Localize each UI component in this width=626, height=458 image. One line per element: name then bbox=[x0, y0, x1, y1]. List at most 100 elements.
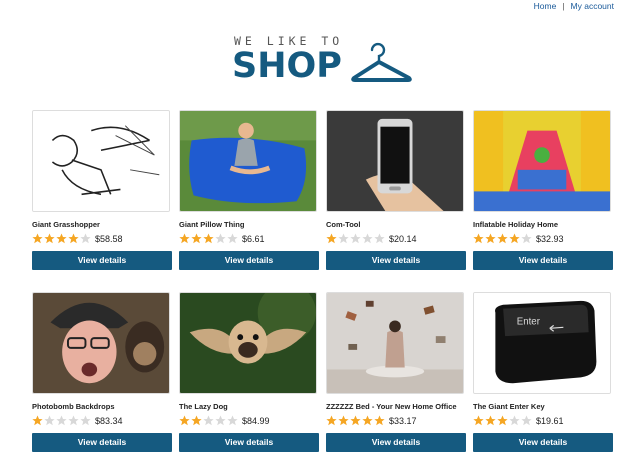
product-title: Inflatable Holiday Home bbox=[473, 220, 559, 229]
rating-price-row: $83.34 bbox=[32, 414, 172, 427]
star-empty-icon bbox=[521, 233, 532, 244]
star-empty-icon bbox=[215, 415, 226, 426]
product-price: $84.99 bbox=[242, 415, 270, 426]
product-card: Enter The Giant Enter Key $19.61 View detai… bbox=[473, 292, 613, 452]
product-card: Inflatable Holiday Home $32.93 View detail… bbox=[473, 110, 613, 270]
star-filled-icon bbox=[191, 415, 202, 426]
star-empty-icon bbox=[80, 233, 91, 244]
product-card: Photobomb Backdrops $83.34 View details bbox=[32, 292, 172, 452]
star-filled-icon bbox=[362, 415, 373, 426]
shop-logo[interactable]: WE LIKE TO SHOP bbox=[232, 34, 422, 86]
star-empty-icon bbox=[203, 415, 214, 426]
star-filled-icon bbox=[497, 233, 508, 244]
rating-price-row: $6.61 bbox=[179, 232, 319, 245]
star-empty-icon bbox=[44, 415, 55, 426]
star-filled-icon bbox=[473, 415, 484, 426]
star-filled-icon bbox=[485, 415, 496, 426]
star-filled-icon bbox=[203, 233, 214, 244]
home-link[interactable]: Home bbox=[534, 1, 557, 11]
star-filled-icon bbox=[473, 233, 484, 244]
view-details-button[interactable]: View details bbox=[179, 251, 319, 270]
star-empty-icon bbox=[521, 415, 532, 426]
star-rating bbox=[326, 415, 385, 426]
rating-price-row: $32.93 bbox=[473, 232, 613, 245]
product-card: The Lazy Dog $84.99 View details bbox=[179, 292, 319, 452]
product-price: $20.14 bbox=[389, 233, 417, 244]
view-details-button[interactable]: View details bbox=[32, 433, 172, 452]
star-filled-icon bbox=[68, 233, 79, 244]
view-details-button[interactable]: View details bbox=[473, 251, 613, 270]
product-title: Com-Tool bbox=[326, 220, 361, 229]
enter-key-image[interactable]: Enter bbox=[473, 292, 611, 394]
product-title: The Lazy Dog bbox=[179, 402, 228, 411]
svg-text:Enter: Enter bbox=[517, 316, 541, 327]
sketch-man-image[interactable] bbox=[32, 110, 170, 212]
rating-price-row: $33.17 bbox=[326, 414, 466, 427]
phone-image[interactable] bbox=[326, 110, 464, 212]
product-title: ZZZZZZ Bed - Your New Home Office bbox=[326, 402, 457, 411]
nav-separator: | bbox=[562, 1, 565, 11]
star-empty-icon bbox=[80, 415, 91, 426]
star-empty-icon bbox=[215, 233, 226, 244]
product-title: Photobomb Backdrops bbox=[32, 402, 115, 411]
star-empty-icon bbox=[338, 233, 349, 244]
star-filled-icon bbox=[374, 415, 385, 426]
view-details-button[interactable]: View details bbox=[326, 433, 466, 452]
my-account-link[interactable]: My account bbox=[571, 1, 614, 11]
bouncy-castle-image[interactable] bbox=[473, 110, 611, 212]
star-filled-icon bbox=[497, 415, 508, 426]
star-rating bbox=[326, 233, 385, 244]
star-rating bbox=[179, 415, 238, 426]
star-empty-icon bbox=[362, 233, 373, 244]
star-filled-icon bbox=[56, 233, 67, 244]
product-title: Giant Pillow Thing bbox=[179, 220, 245, 229]
star-rating bbox=[32, 233, 91, 244]
view-details-button[interactable]: View details bbox=[179, 433, 319, 452]
view-details-button[interactable]: View details bbox=[32, 251, 172, 270]
star-rating bbox=[179, 233, 238, 244]
product-price: $6.61 bbox=[242, 233, 265, 244]
product-price: $83.34 bbox=[95, 415, 123, 426]
star-filled-icon bbox=[191, 233, 202, 244]
star-rating bbox=[32, 415, 91, 426]
star-empty-icon bbox=[374, 233, 385, 244]
star-filled-icon bbox=[326, 415, 337, 426]
star-filled-icon bbox=[350, 415, 361, 426]
hanger-icon bbox=[351, 42, 412, 82]
rating-price-row: $19.61 bbox=[473, 414, 613, 427]
product-card: Giant Pillow Thing $6.61 View details bbox=[179, 110, 319, 270]
star-empty-icon bbox=[227, 233, 238, 244]
pillow-image[interactable] bbox=[179, 110, 317, 212]
star-filled-icon bbox=[179, 415, 190, 426]
pug-image[interactable] bbox=[179, 292, 317, 394]
star-filled-icon bbox=[485, 233, 496, 244]
rating-price-row: $58.58 bbox=[32, 232, 172, 245]
star-filled-icon bbox=[44, 233, 55, 244]
star-rating bbox=[473, 415, 532, 426]
rating-price-row: $20.14 bbox=[326, 232, 466, 245]
product-price: $19.61 bbox=[536, 415, 564, 426]
product-title: Giant Grasshopper bbox=[32, 220, 100, 229]
product-price: $33.17 bbox=[389, 415, 417, 426]
logo-word: SHOP bbox=[232, 46, 342, 86]
product-card: ZZZZZZ Bed - Your New Home Office $33.17 V… bbox=[326, 292, 466, 452]
view-details-button[interactable]: View details bbox=[326, 251, 466, 270]
product-price: $32.93 bbox=[536, 233, 564, 244]
flying-books-image[interactable] bbox=[326, 292, 464, 394]
star-empty-icon bbox=[56, 415, 67, 426]
star-filled-icon bbox=[32, 415, 43, 426]
monkey-man-image[interactable] bbox=[32, 292, 170, 394]
star-filled-icon bbox=[338, 415, 349, 426]
star-filled-icon bbox=[509, 233, 520, 244]
product-title: The Giant Enter Key bbox=[473, 402, 545, 411]
rating-price-row: $84.99 bbox=[179, 414, 319, 427]
product-card: Com-Tool $20.14 View details bbox=[326, 110, 466, 270]
product-card: Giant Grasshopper $58.58 View details bbox=[32, 110, 172, 270]
star-rating bbox=[473, 233, 532, 244]
star-filled-icon bbox=[179, 233, 190, 244]
top-nav: Home | My account bbox=[534, 0, 614, 12]
star-empty-icon bbox=[68, 415, 79, 426]
star-empty-icon bbox=[509, 415, 520, 426]
view-details-button[interactable]: View details bbox=[473, 433, 613, 452]
star-filled-icon bbox=[326, 233, 337, 244]
